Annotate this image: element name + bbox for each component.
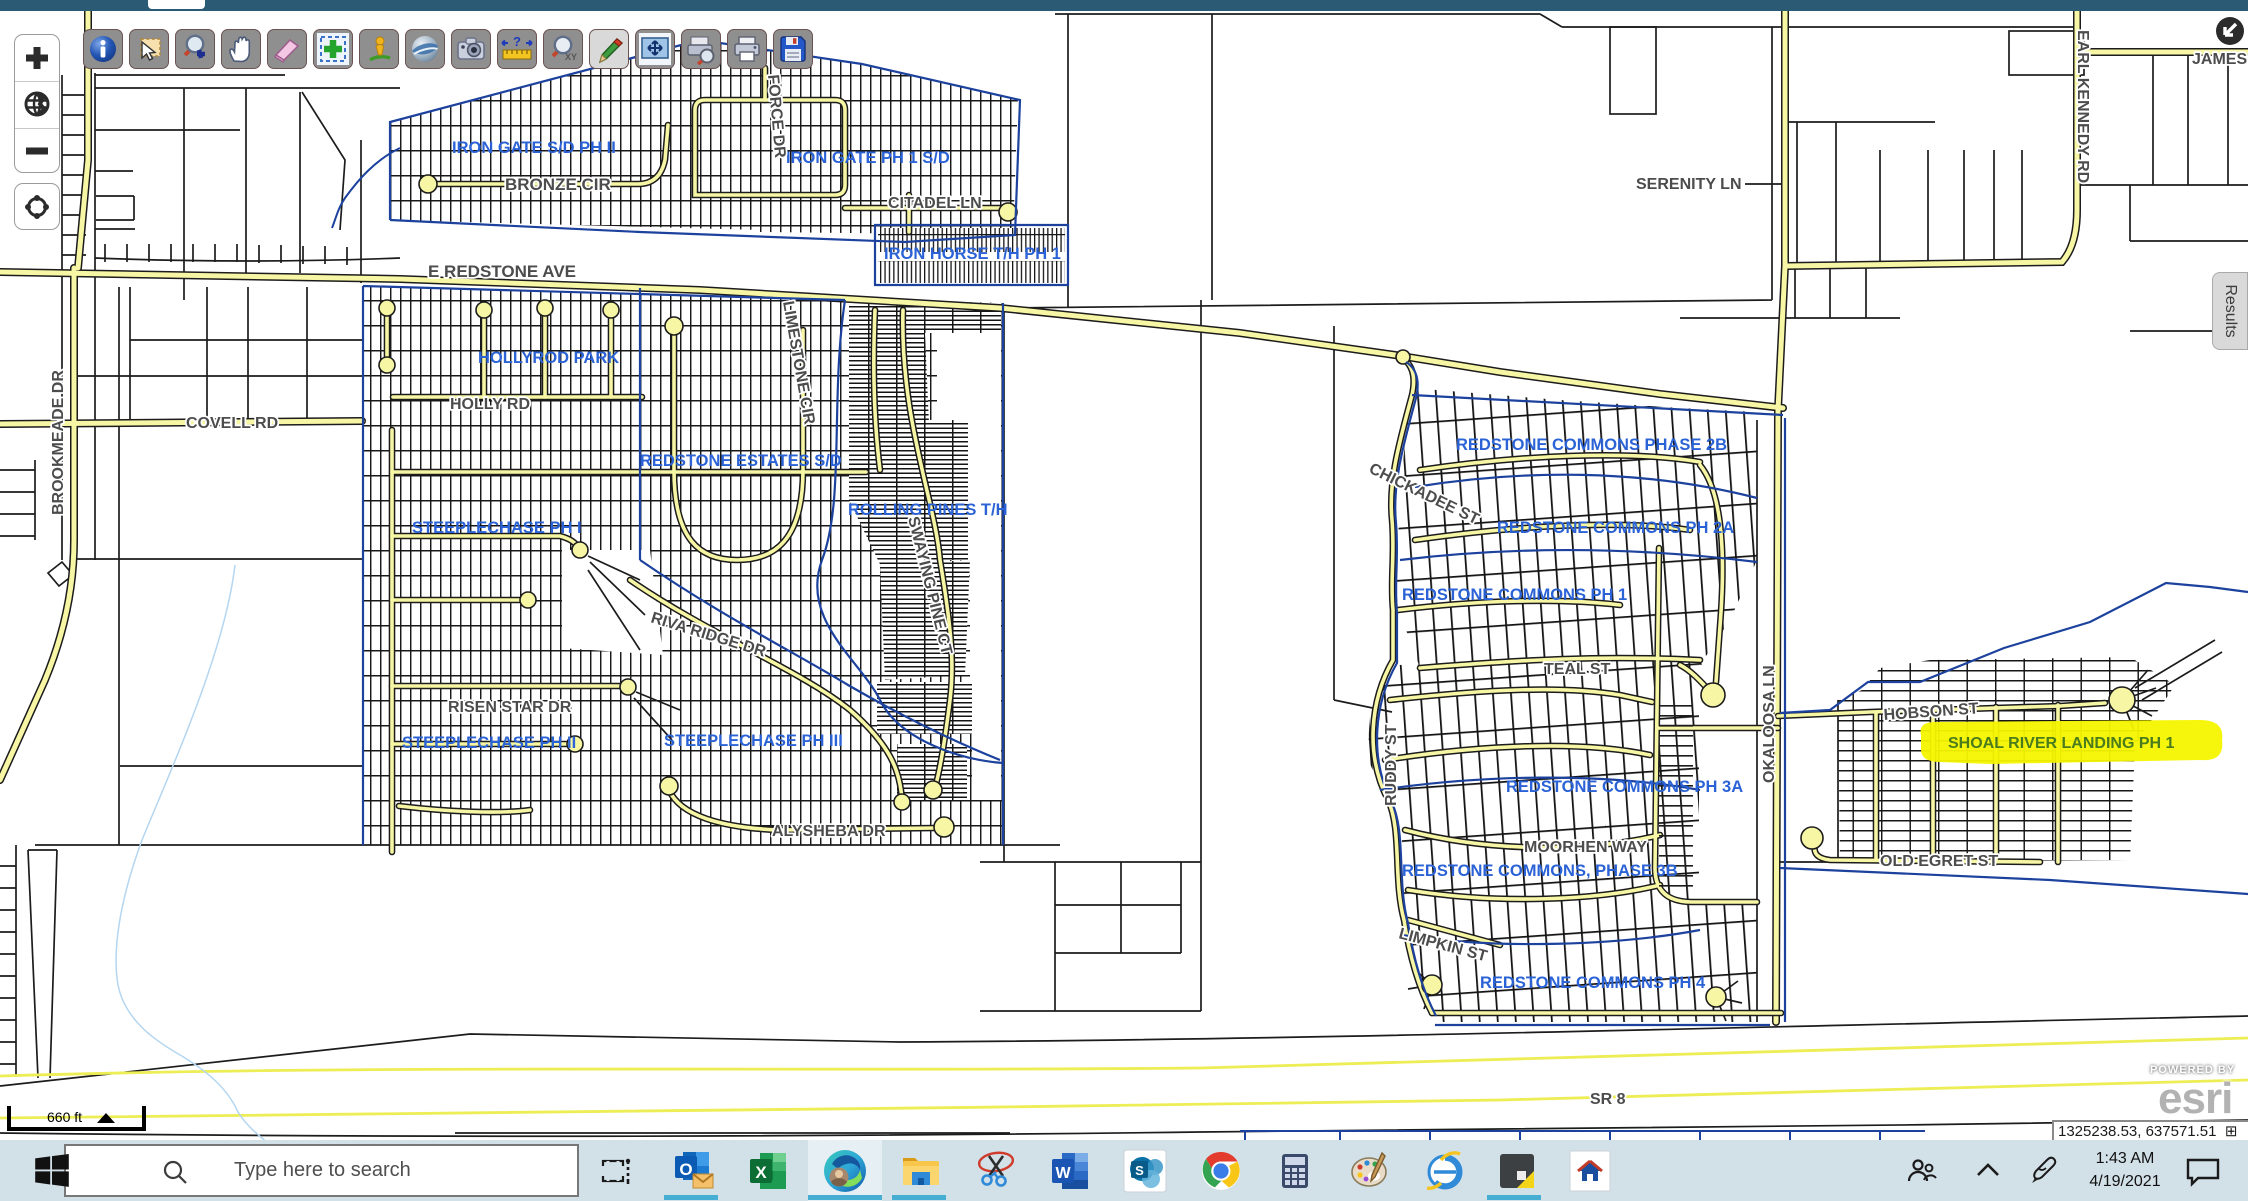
- svg-text:COVELL RD: COVELL RD: [186, 415, 278, 432]
- svg-text:BRONZE CIR: BRONZE CIR: [505, 175, 611, 194]
- svg-text:IRON GATE PH 1 S/D: IRON GATE PH 1 S/D: [786, 149, 950, 167]
- svg-text:REDSTONE COMMONS PH 1: REDSTONE COMMONS PH 1: [1402, 586, 1627, 604]
- svg-text:STEEPLECHASE PH II: STEEPLECHASE PH II: [402, 734, 576, 752]
- svg-text:ROLLING PINES T/H: ROLLING PINES T/H: [848, 501, 1008, 519]
- svg-text:REDSTONE COMMONS PH 2A: REDSTONE COMMONS PH 2A: [1497, 519, 1734, 537]
- svg-text:REDSTONE COMMONS PHASE 2B: REDSTONE COMMONS PHASE 2B: [1456, 436, 1727, 454]
- svg-text:RISEN STAR DR: RISEN STAR DR: [448, 699, 572, 716]
- svg-text:REDSTONE COMMONS, PHASE 3B: REDSTONE COMMONS, PHASE 3B: [1402, 862, 1678, 880]
- svg-text:SHOAL RIVER LANDING PH 1: SHOAL RIVER LANDING PH 1: [1948, 735, 2175, 752]
- svg-text:REDSTONE COMMONS PH 3A: REDSTONE COMMONS PH 3A: [1506, 778, 1743, 796]
- svg-text:STEEPLECHASE PH I: STEEPLECHASE PH I: [412, 519, 582, 537]
- svg-text:OLD EGRET ST: OLD EGRET ST: [1880, 853, 1998, 870]
- svg-text:IRON GATE S/D PH II: IRON GATE S/D PH II: [452, 139, 616, 157]
- svg-text:TEAL ST: TEAL ST: [1544, 661, 1611, 678]
- svg-text:S: S: [1135, 1163, 1144, 1178]
- svg-text:SERENITY LN: SERENITY LN: [1636, 176, 1742, 193]
- svg-text:BROOKMEADE DR: BROOKMEADE DR: [50, 370, 67, 515]
- svg-text:RUDDY ST: RUDDY ST: [1383, 724, 1400, 806]
- svg-text:XY: XY: [565, 52, 577, 62]
- svg-text:O: O: [679, 1160, 692, 1179]
- svg-text:REDSTONE COMMONS PH 4: REDSTONE COMMONS PH 4: [1480, 974, 1706, 992]
- svg-text:HOLLYROD PARK: HOLLYROD PARK: [478, 349, 619, 367]
- svg-text:X: X: [755, 1163, 767, 1182]
- svg-text:SR 8: SR 8: [1590, 1091, 1626, 1108]
- svg-text:W: W: [1055, 1165, 1071, 1182]
- svg-text:CITADEL LN: CITADEL LN: [888, 195, 982, 212]
- svg-text:REDSTONE ESTATES S/D: REDSTONE ESTATES S/D: [640, 452, 842, 470]
- svg-text:E REDSTONE AVE: E REDSTONE AVE: [428, 262, 576, 281]
- svg-text:MOORHEN WAY: MOORHEN WAY: [1524, 839, 1647, 856]
- svg-text:HOLLY RD: HOLLY RD: [450, 396, 530, 413]
- svg-text:STEEPLECHASE PH III: STEEPLECHASE PH III: [664, 732, 843, 750]
- svg-text:ALYSHEBA DR: ALYSHEBA DR: [772, 823, 886, 840]
- svg-text:JAMES: JAMES: [2192, 51, 2247, 68]
- svg-text:EARL KENNEDY RD: EARL KENNEDY RD: [2074, 30, 2091, 183]
- svg-text:IRON HORSE T/H PH 1: IRON HORSE T/H PH 1: [884, 245, 1061, 263]
- svg-text:OKALOOSA LN: OKALOOSA LN: [1761, 665, 1778, 783]
- svg-text:?: ?: [513, 34, 521, 49]
